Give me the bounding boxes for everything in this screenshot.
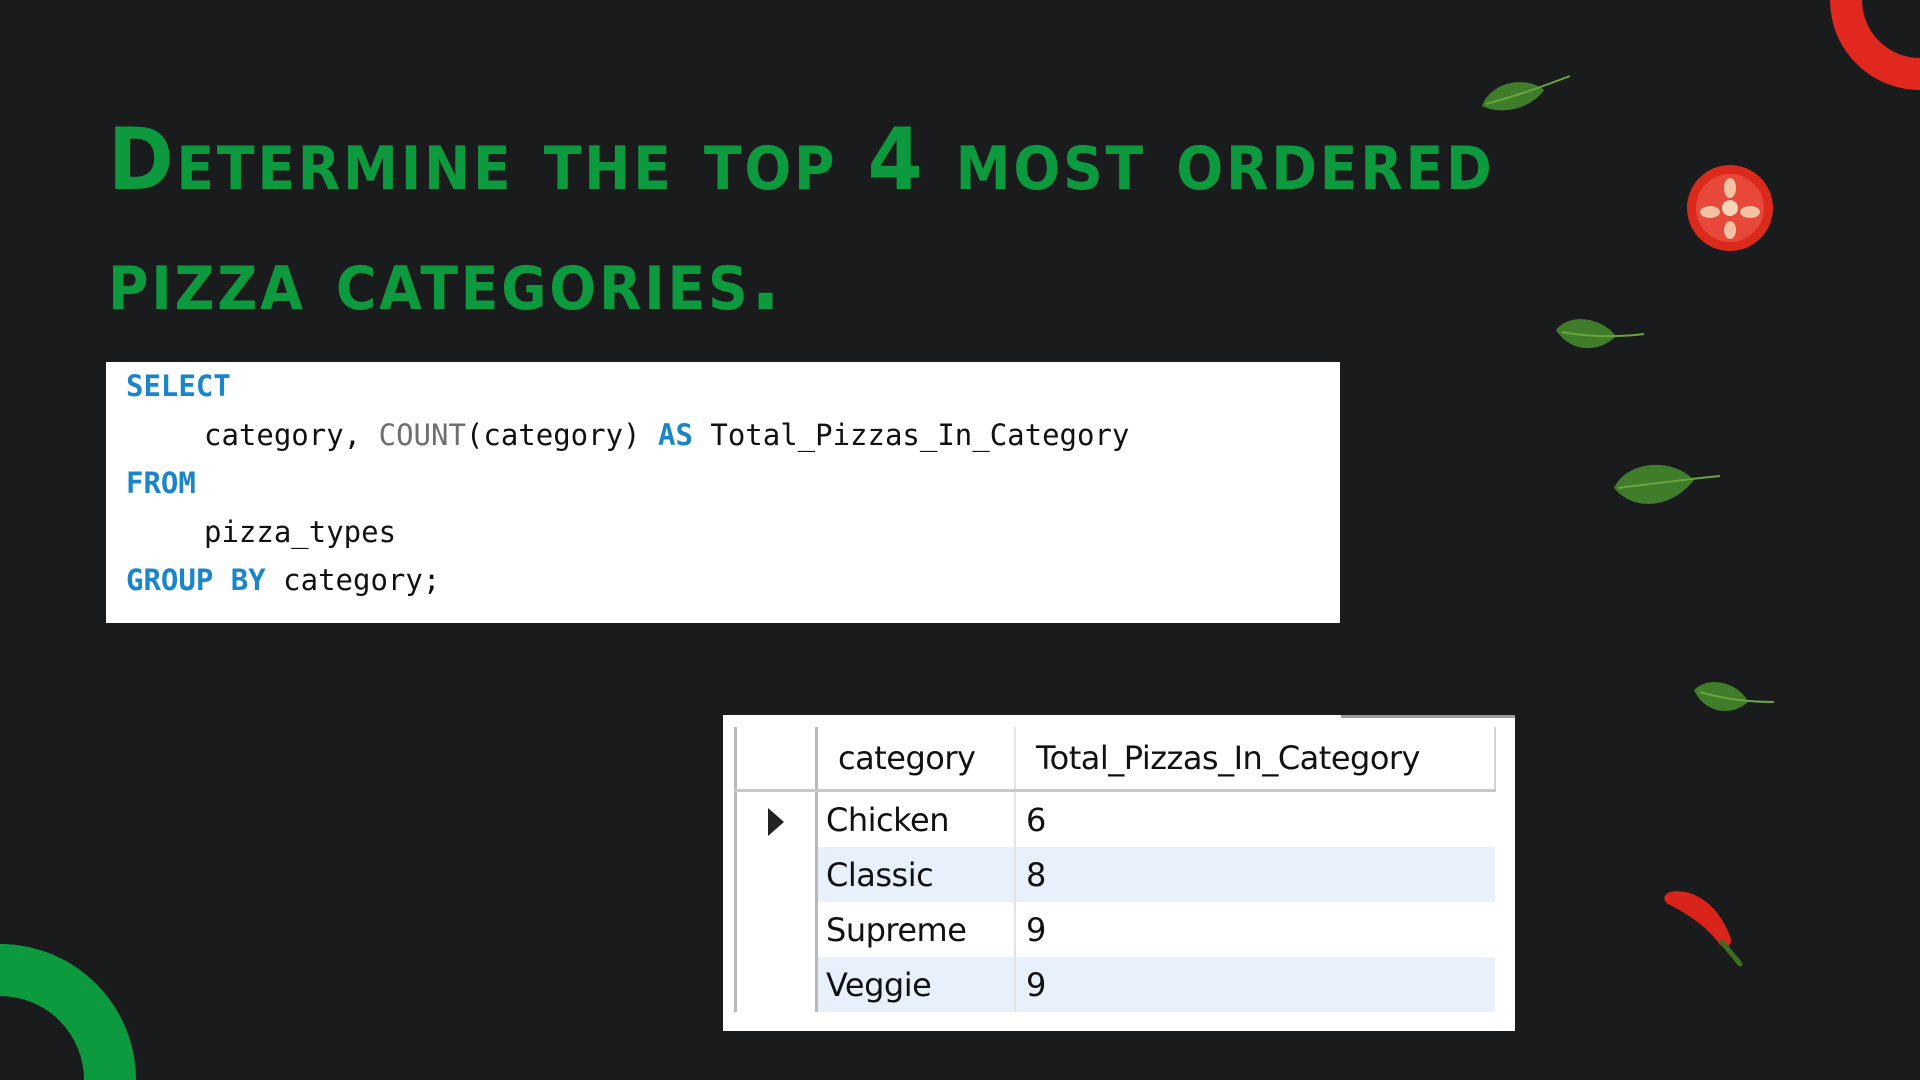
cell-total[interactable]: 9 bbox=[1015, 957, 1495, 1012]
code-line-5: GROUP BY category; bbox=[126, 556, 1340, 605]
basil-leaf-icon bbox=[1694, 681, 1775, 712]
table-row[interactable]: Supreme 9 bbox=[734, 902, 1496, 957]
sql-code-panel: SELECT category, COUNT(category) AS Tota… bbox=[106, 362, 1340, 623]
green-corner-arc bbox=[0, 944, 136, 1080]
title-line-1: Determine the top 4 most ordered bbox=[108, 110, 1495, 210]
basil-leaf-icon bbox=[1556, 319, 1645, 349]
page-title: Determine the top 4 most ordered pizza c… bbox=[108, 100, 1495, 340]
table-row[interactable]: Veggie 9 bbox=[734, 957, 1495, 1012]
result-grid: category Total_Pizzas_In_Category Chicke… bbox=[734, 727, 1496, 1012]
column-header-total[interactable]: Total_Pizzas_In_Category bbox=[1015, 727, 1496, 792]
code-line-4: pizza_types bbox=[126, 508, 1340, 557]
column-header-category[interactable]: category bbox=[816, 727, 1016, 792]
red-corner-arc bbox=[1830, 0, 1920, 90]
chili-pepper-icon bbox=[1664, 891, 1743, 967]
table-row[interactable]: Classic 8 bbox=[734, 847, 1495, 902]
row-selector[interactable] bbox=[734, 790, 818, 847]
table-row[interactable]: Chicken 6 bbox=[734, 790, 1496, 848]
title-line-2: pizza categories. bbox=[108, 230, 784, 330]
sql-text: pizza_types bbox=[204, 514, 397, 549]
sql-text: Total_Pizzas_In_Category bbox=[692, 417, 1130, 452]
row-selector[interactable] bbox=[734, 847, 818, 902]
sql-function: COUNT bbox=[378, 417, 466, 452]
sql-keyword: FROM bbox=[126, 466, 196, 500]
basil-leaf-icon bbox=[1614, 464, 1721, 504]
cell-category[interactable]: Veggie bbox=[816, 957, 1016, 1012]
panel-edge bbox=[1341, 715, 1515, 718]
tomato-icon bbox=[1687, 165, 1773, 251]
code-line-3: FROM bbox=[126, 459, 1340, 508]
sql-text: category, bbox=[204, 417, 379, 452]
result-grid-panel: category Total_Pizzas_In_Category Chicke… bbox=[723, 715, 1515, 1031]
sql-keyword: GROUP BY bbox=[126, 563, 266, 597]
code-line-1: SELECT bbox=[126, 362, 1340, 411]
sql-text: category; bbox=[265, 563, 441, 597]
row-selector[interactable] bbox=[734, 957, 818, 1012]
cell-category[interactable]: Supreme bbox=[816, 902, 1016, 957]
cell-total[interactable]: 6 bbox=[1015, 791, 1495, 848]
header-row: category Total_Pizzas_In_Category bbox=[734, 727, 1496, 792]
sql-keyword: AS bbox=[657, 417, 693, 452]
code-line-2: category, COUNT(category) AS Total_Pizza… bbox=[126, 411, 1340, 460]
cell-category[interactable]: Chicken bbox=[816, 790, 1016, 847]
sql-text: (category) bbox=[465, 417, 658, 452]
row-selector[interactable] bbox=[734, 902, 818, 957]
cell-category[interactable]: Classic bbox=[816, 847, 1016, 902]
cell-total[interactable]: 8 bbox=[1015, 847, 1495, 902]
sql-keyword: SELECT bbox=[126, 369, 231, 403]
row-selector-header[interactable] bbox=[734, 727, 818, 792]
basil-leaf-icon bbox=[1482, 75, 1571, 111]
current-row-arrow-icon bbox=[768, 807, 784, 836]
cell-total[interactable]: 9 bbox=[1015, 902, 1495, 957]
